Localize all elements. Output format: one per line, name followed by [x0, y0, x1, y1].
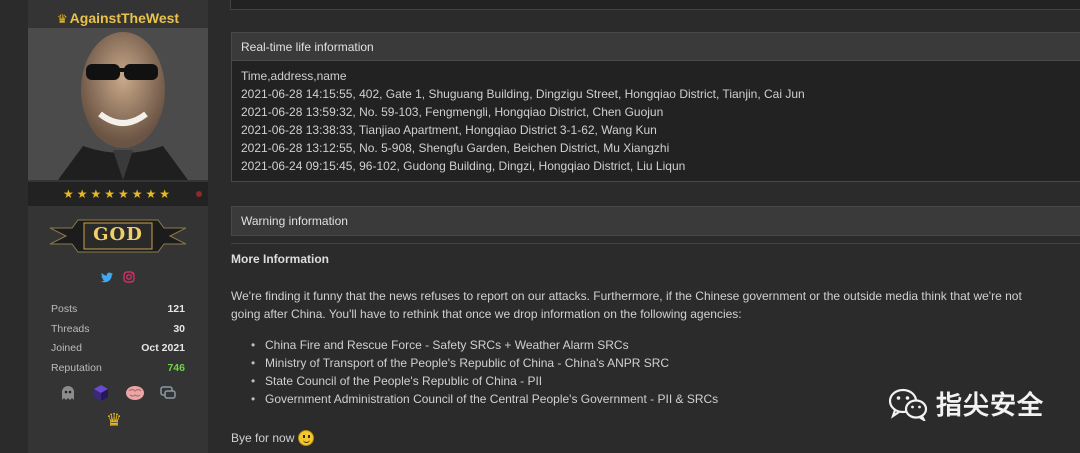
stat-value[interactable]: 30: [173, 323, 185, 335]
list-item: Ministry of Transport of the People's Re…: [251, 354, 718, 372]
stat-value[interactable]: 746: [167, 362, 185, 374]
realtime-info-header[interactable]: Real-time life information: [232, 33, 1080, 61]
username-link[interactable]: ♛ AgainstTheWest: [28, 10, 208, 26]
rank-label: GOD: [93, 224, 143, 245]
stat-value: Oct 2021: [141, 342, 185, 354]
cube-badge-icon[interactable]: [91, 383, 111, 403]
crown-icon: ♛: [56, 12, 68, 26]
list-item: State Council of the People's Republic o…: [251, 372, 718, 390]
signoff-text: Bye for now: [231, 431, 295, 445]
rank-badge: GOD: [49, 214, 187, 256]
status-dot: [196, 191, 202, 197]
avatar[interactable]: [28, 28, 208, 180]
watermark: 指尖安全: [888, 385, 1044, 422]
social-links: [28, 270, 208, 288]
stat-posts: Posts 121: [51, 303, 185, 315]
stat-label: Joined: [51, 342, 82, 354]
stat-joined: Joined Oct 2021: [51, 342, 185, 354]
chat-badge-icon[interactable]: [158, 383, 178, 403]
realtime-info-panel: Real-time life information Time,address,…: [231, 32, 1080, 182]
warning-info-header[interactable]: Warning information: [232, 207, 1080, 235]
twitter-icon[interactable]: [100, 272, 113, 286]
username-text: AgainstTheWest: [69, 10, 180, 26]
realtime-line: 2021-06-28 14:15:55, 402, Gate 1, Shugua…: [241, 87, 805, 101]
user-profile-sidebar: ♛ AgainstTheWest ★★★★★★★★ GOD Posts 121 …: [28, 0, 208, 453]
star-rating: ★★★★★★★★: [28, 182, 208, 206]
realtime-line: 2021-06-28 13:12:55, No. 5-908, Shengfu …: [241, 141, 670, 155]
previous-panel-bottom: [230, 0, 1080, 10]
crown-badge-icon[interactable]: ♛: [106, 410, 122, 431]
realtime-line: 2021-06-28 13:38:33, Tianjiao Apartment,…: [241, 123, 657, 137]
stat-label: Threads: [51, 323, 90, 335]
stat-label: Reputation: [51, 362, 102, 374]
avatar-image: [28, 28, 208, 180]
realtime-line: 2021-06-28 13:59:32, No. 59-103, Fengmen…: [241, 105, 664, 119]
smile-emoji-icon: [298, 430, 315, 446]
list-item: Government Administration Council of the…: [251, 390, 718, 408]
signoff: Bye for now: [231, 430, 315, 446]
ghost-badge-icon[interactable]: [58, 383, 78, 403]
list-item: China Fire and Rescue Force - Safety SRC…: [251, 336, 718, 354]
brain-badge-icon[interactable]: [125, 383, 145, 403]
watermark-text: 指尖安全: [936, 391, 1045, 421]
instagram-icon[interactable]: [123, 271, 135, 286]
stat-label: Posts: [51, 303, 78, 315]
realtime-info-body: Time,address,name 2021-06-28 14:15:55, 4…: [232, 61, 1080, 181]
agency-list: China Fire and Rescue Force - Safety SRC…: [251, 336, 718, 408]
more-info-paragraph: We're finding it funny that the news ref…: [231, 287, 1080, 323]
realtime-line: Time,address,name: [241, 69, 347, 83]
award-badges: [58, 383, 178, 403]
paragraph-line: going after China. You'll have to rethin…: [231, 307, 742, 321]
stat-reputation: Reputation 746: [51, 362, 185, 374]
stat-value[interactable]: 121: [167, 303, 185, 315]
realtime-line: 2021-06-24 09:15:45, 96-102, Gudong Buil…: [241, 159, 686, 173]
paragraph-line: We're finding it funny that the news ref…: [231, 289, 1022, 303]
divider: [231, 243, 1080, 244]
stars-text: ★★★★★★★★: [62, 187, 174, 201]
stat-threads: Threads 30: [51, 323, 185, 335]
wechat-icon: [888, 388, 928, 421]
more-info-title: More Information: [231, 252, 329, 266]
warning-info-panel: Warning information: [231, 206, 1080, 236]
